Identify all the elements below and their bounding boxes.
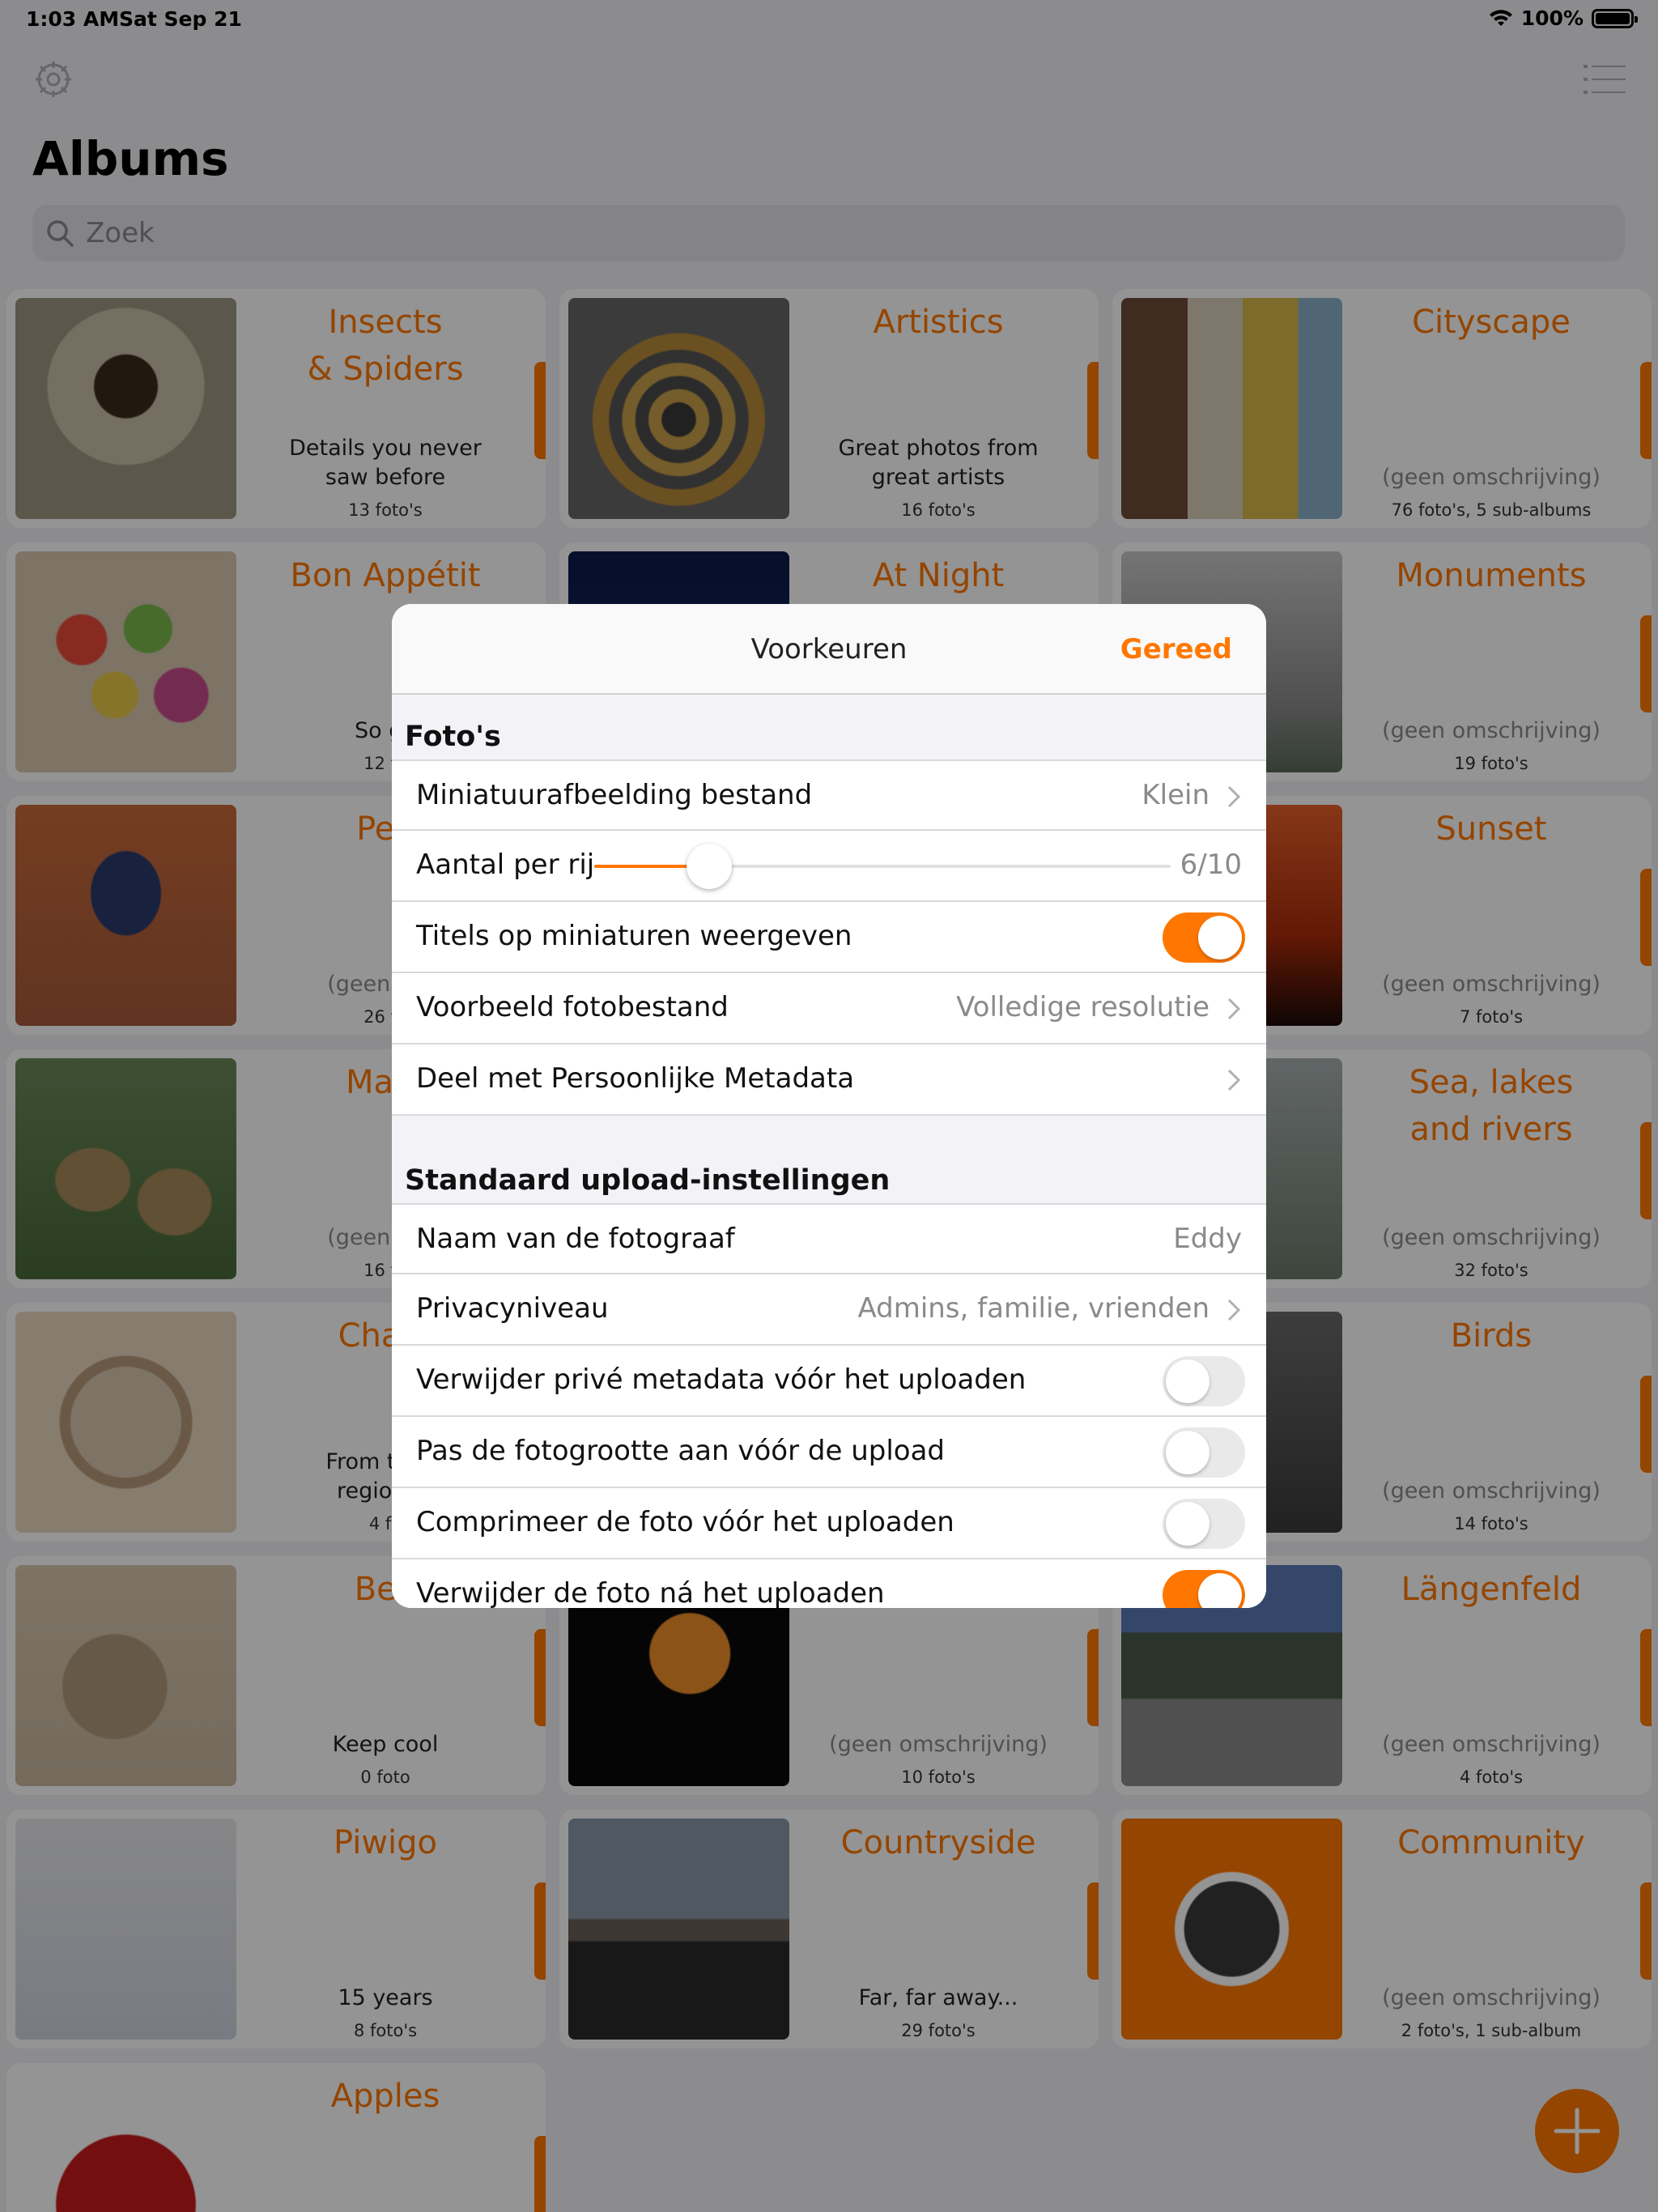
toggle-knob bbox=[1198, 916, 1242, 959]
thumbnail-size-row[interactable]: Miniatuurafbeelding bestand Klein bbox=[392, 759, 1266, 831]
resize-toggle[interactable] bbox=[1163, 1427, 1245, 1478]
per-row-row: Aantal per rij 6/10 bbox=[392, 831, 1266, 902]
privacy-value: Admins, familie, vrienden bbox=[857, 1292, 1209, 1325]
preview-label: Voorbeeld fotobestand bbox=[416, 991, 729, 1023]
share-metadata-row[interactable]: Deel met Persoonlijke Metadata bbox=[392, 1044, 1266, 1116]
toggle-knob bbox=[1166, 1431, 1209, 1474]
strip-metadata-label: Verwijder privé metadata vóór het upload… bbox=[416, 1363, 1027, 1396]
titles-row: Titels op miniaturen weergeven bbox=[392, 902, 1266, 973]
section-upload-label: Standaard upload-instellingen bbox=[405, 1164, 891, 1197]
privacy-row[interactable]: Privacyniveau Admins, familie, vrienden bbox=[392, 1274, 1266, 1346]
preview-value: Volledige resolutie bbox=[956, 991, 1209, 1023]
toggle-knob bbox=[1198, 1573, 1242, 1608]
compress-toggle[interactable] bbox=[1163, 1499, 1245, 1549]
per-row-value: 6/10 bbox=[1180, 849, 1242, 881]
resize-label: Pas de fotogrootte aan vóór de upload bbox=[416, 1435, 945, 1467]
section-upload: Standaard upload-instellingen bbox=[392, 1116, 1266, 1203]
preview-row[interactable]: Voorbeeld fotobestand Volledige resoluti… bbox=[392, 973, 1266, 1044]
chevron-right-icon bbox=[1227, 1299, 1241, 1321]
share-metadata-label: Deel met Persoonlijke Metadata bbox=[416, 1062, 855, 1095]
delete-after-row: Verwijder de foto ná het uploaden bbox=[392, 1559, 1266, 1608]
section-photos: Foto's bbox=[392, 695, 1266, 759]
delete-after-label: Verwijder de foto ná het uploaden bbox=[416, 1577, 885, 1608]
author-value: Eddy bbox=[1173, 1223, 1242, 1255]
delete-after-toggle[interactable] bbox=[1163, 1570, 1245, 1608]
privacy-label: Privacyniveau bbox=[416, 1292, 609, 1325]
author-label: Naam van de fotograaf bbox=[416, 1223, 735, 1255]
per-row-label: Aantal per rij bbox=[416, 849, 595, 881]
compress-label: Comprimeer de foto vóór het uploaden bbox=[416, 1506, 954, 1538]
toggle-knob bbox=[1166, 1502, 1209, 1546]
thumbnail-size-label: Miniatuurafbeelding bestand bbox=[416, 779, 813, 811]
done-button[interactable]: Gereed bbox=[1120, 633, 1232, 666]
resize-row: Pas de fotogrootte aan vóór de upload bbox=[392, 1417, 1266, 1488]
chevron-right-icon bbox=[1227, 1069, 1241, 1091]
thumbnail-size-value: Klein bbox=[1141, 779, 1209, 811]
strip-metadata-toggle[interactable] bbox=[1163, 1356, 1245, 1406]
compress-row: Comprimeer de foto vóór het uploaden bbox=[392, 1488, 1266, 1559]
strip-metadata-row: Verwijder privé metadata vóór het upload… bbox=[392, 1346, 1266, 1417]
section-photos-label: Foto's bbox=[405, 721, 501, 753]
slider-knob[interactable] bbox=[687, 844, 733, 889]
preferences-dialog: Voorkeuren Gereed Foto's Miniatuurafbeel… bbox=[392, 604, 1266, 1608]
author-row[interactable]: Naam van de fotograaf Eddy bbox=[392, 1203, 1266, 1274]
titles-toggle[interactable] bbox=[1163, 912, 1245, 963]
per-row-slider[interactable] bbox=[594, 844, 1171, 889]
chevron-right-icon bbox=[1227, 998, 1241, 1020]
chevron-right-icon bbox=[1227, 785, 1241, 808]
toggle-knob bbox=[1166, 1359, 1209, 1403]
dialog-header: Voorkeuren Gereed bbox=[392, 604, 1266, 695]
titles-label: Titels op miniaturen weergeven bbox=[416, 920, 852, 952]
